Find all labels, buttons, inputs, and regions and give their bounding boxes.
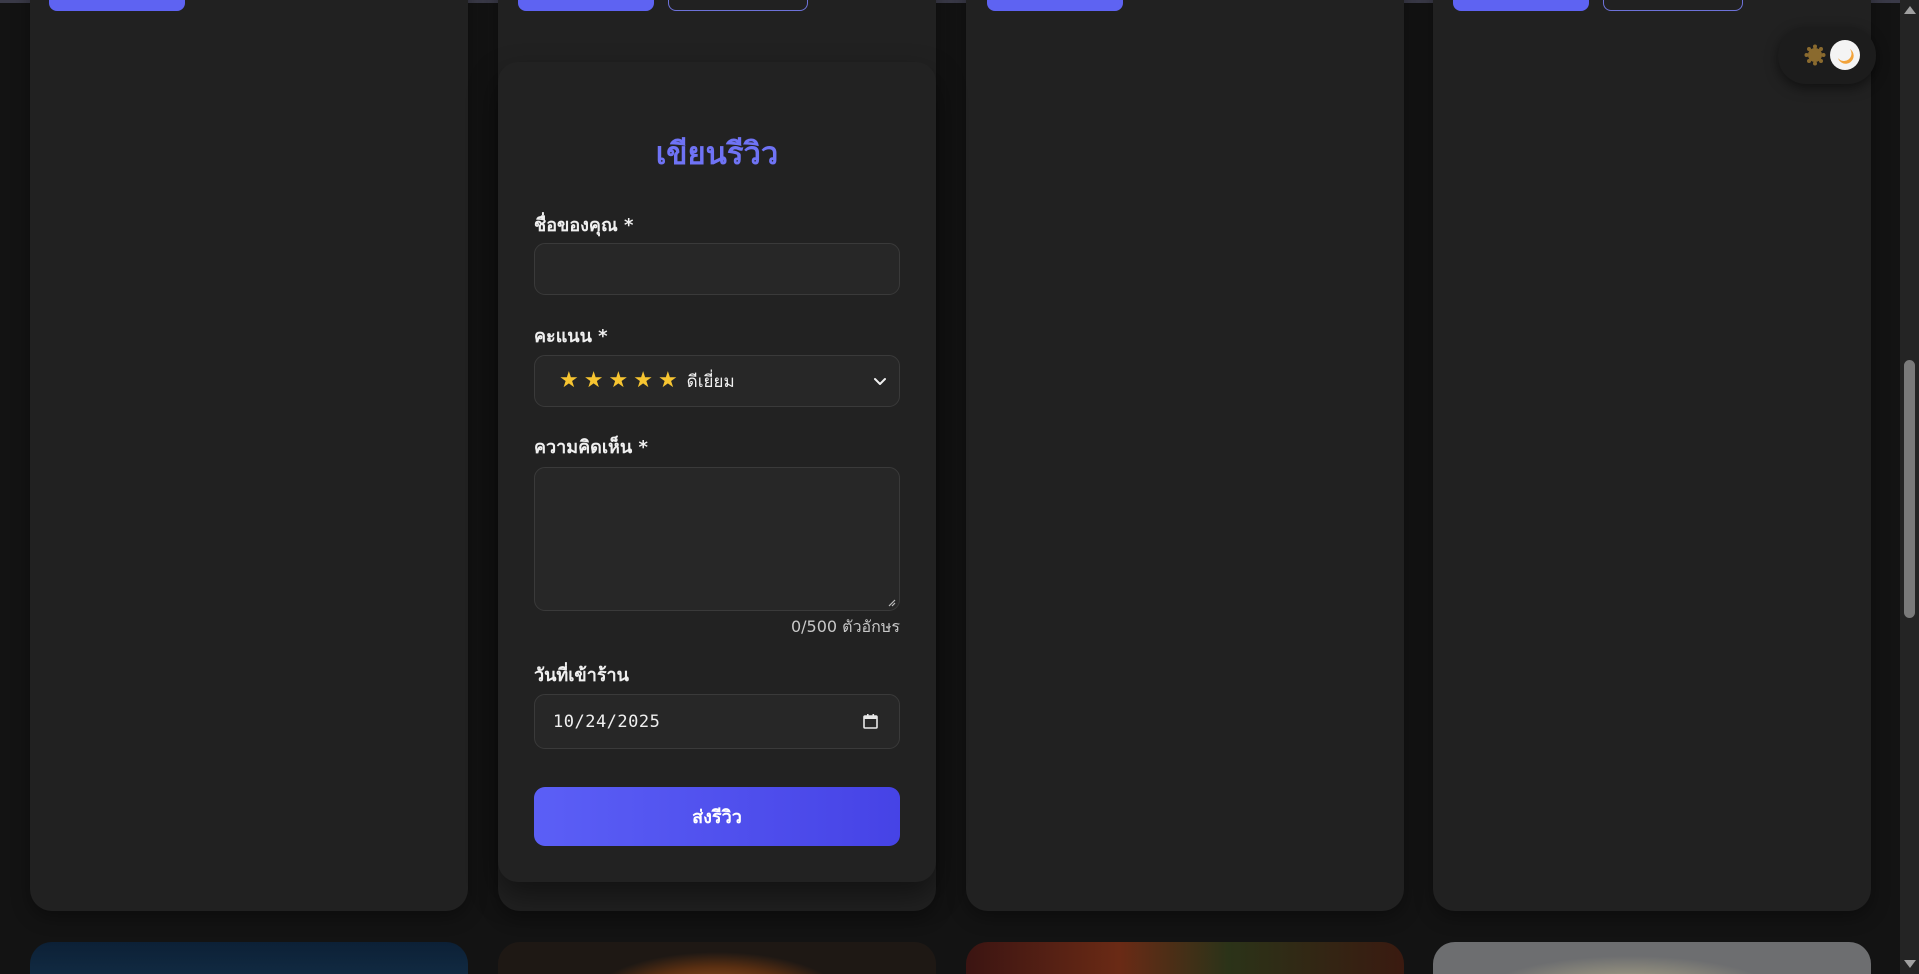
restaurant-image[interactable] — [966, 942, 1404, 974]
scroll-thumb[interactable] — [1904, 360, 1915, 618]
name-label: ชื่อของคุณ * — [534, 215, 634, 236]
rating-select-value: ดีเยี่ยม — [686, 371, 735, 392]
card-primary-button[interactable] — [1453, 0, 1589, 11]
review-form: เขียนรีวิว ชื่อของคุณ * คะแนน * ★ ★ ★ ★ … — [498, 62, 936, 882]
calendar-icon[interactable] — [862, 713, 879, 730]
toggle-knob — [1830, 40, 1860, 70]
submit-review-button[interactable]: ส่งรีวิว — [534, 787, 900, 846]
sun-icon — [1804, 44, 1826, 66]
restaurant-card-1 — [30, 0, 468, 911]
star-icon: ★ — [657, 368, 678, 393]
scroll-down-icon[interactable] — [1904, 960, 1916, 968]
review-form-title: เขียนรีวิว — [655, 136, 779, 172]
chevron-down-icon — [874, 378, 886, 385]
card-secondary-button[interactable] — [1603, 0, 1743, 11]
page: เขียนรีวิว ชื่อของคุณ * คะแนน * ★ ★ ★ ★ … — [0, 0, 1919, 974]
theme-toggle[interactable] — [1778, 27, 1876, 84]
restaurant-image[interactable] — [498, 942, 936, 974]
star-icon: ★ — [633, 368, 653, 393]
rating-label: คะแนน * — [534, 326, 608, 347]
star-icon: ★ — [583, 368, 604, 393]
restaurant-card-4 — [1433, 0, 1871, 911]
rating-select[interactable]: ★ ★ ★ ★ ★ ดีเยี่ยม — [534, 355, 900, 407]
comment-textarea[interactable] — [534, 467, 900, 611]
star-icon: ★ — [559, 368, 579, 393]
card-secondary-button[interactable] — [668, 0, 808, 11]
restaurant-image[interactable] — [30, 942, 468, 974]
visit-date-label: วันที่เข้าร้าน — [534, 665, 629, 686]
scrollbar[interactable] — [1900, 0, 1919, 974]
scroll-up-icon[interactable] — [1904, 6, 1916, 14]
restaurant-image[interactable] — [1433, 942, 1871, 974]
comment-label: ความคิดเห็น * — [534, 437, 648, 458]
card-primary-button[interactable] — [518, 0, 654, 11]
visit-date-input[interactable]: 10/24/2025 — [534, 694, 900, 749]
char-counter: 0/500 ตัวอักษร — [790, 617, 900, 636]
visit-date-value: 10/24/2025 — [553, 711, 661, 732]
star-icon: ★ — [608, 368, 629, 393]
restaurant-card-3 — [966, 0, 1404, 911]
resize-grip-icon[interactable] — [887, 598, 896, 607]
card-primary-button[interactable] — [49, 0, 185, 11]
name-input[interactable] — [534, 243, 900, 295]
card-primary-button[interactable] — [987, 0, 1123, 11]
moon-icon — [1838, 49, 1854, 64]
